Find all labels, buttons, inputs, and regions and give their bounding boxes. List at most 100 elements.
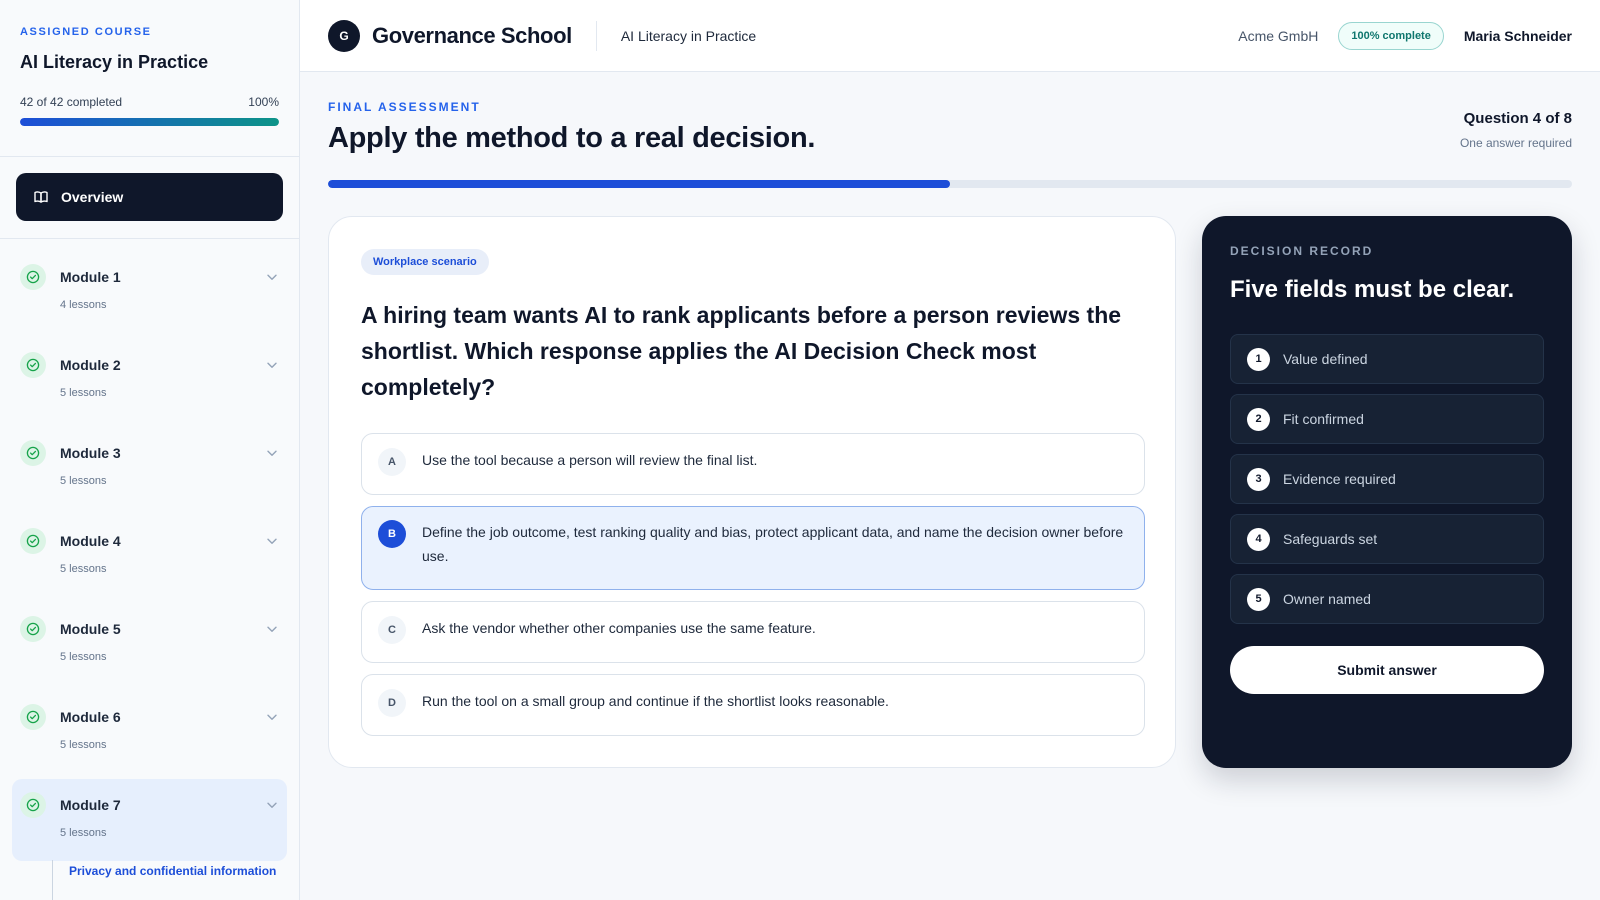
option-letter-badge: A: [378, 448, 406, 476]
option-text: Ask the vendor whether other companies u…: [422, 620, 816, 636]
answer-option-a[interactable]: A Use the tool because a person will revi…: [361, 433, 1145, 495]
final-assessment-eyebrow: FINAL ASSESSMENT: [328, 100, 481, 114]
module-title: Module 5: [60, 621, 121, 637]
answer-options: A Use the tool because a person will revi…: [361, 433, 1145, 736]
module-list: Module 14 lessons Module 25 lessons Module…: [0, 239, 299, 861]
sidebar-module-item[interactable]: Module 2 5 lessons: [12, 339, 287, 421]
option-text: Use the tool because a person will revie…: [422, 452, 758, 468]
header-course-title: AI Literacy in Practice: [620, 27, 757, 44]
answer-requirement-note: One answer required: [1459, 136, 1572, 150]
module-title: Module 3: [60, 445, 121, 461]
sidebar-module-item[interactable]: Module 3 5 lessons: [12, 427, 287, 509]
chevron-down-icon[interactable]: [265, 446, 279, 465]
field-label: Fit confirmed: [1283, 411, 1364, 427]
module-lesson-count: 4 lessons: [60, 299, 107, 311]
sidebar-module-item[interactable]: Module 1 4 lessons: [12, 251, 287, 333]
course-summary: ASSIGNED COURSE AI Literacy in Practice …: [0, 0, 299, 157]
module-title: Module 7: [60, 797, 121, 813]
decision-record-eyebrow: DECISION RECORD: [1230, 244, 1374, 258]
decision-field: 5 Owner named: [1230, 574, 1544, 624]
chevron-down-icon[interactable]: [265, 622, 279, 641]
course-progress-bar: [20, 118, 279, 126]
sidebar-module-item[interactable]: Module 7 5 lessons: [12, 779, 287, 861]
submit-answer-button[interactable]: Submit answer: [1230, 646, 1544, 694]
sidebar-module-item[interactable]: Module 5 5 lessons: [12, 603, 287, 685]
field-number-badge: 3: [1247, 467, 1270, 491]
question-text: A hiring team wants AI to rank applicant…: [361, 302, 1122, 400]
course-progress-percent: 100%: [248, 95, 279, 109]
page-title: Apply the method to a real decision.: [328, 122, 816, 154]
field-label: Owner named: [1283, 591, 1371, 607]
module-lesson-count: 5 lessons: [60, 563, 107, 575]
sidebar-course-title: AI Literacy in Practice: [20, 52, 209, 72]
check-circle-icon: [20, 616, 46, 642]
organization-name: Acme GmbH: [1238, 27, 1319, 44]
option-letter-badge: D: [378, 689, 406, 717]
chevron-down-icon[interactable]: [265, 710, 279, 729]
decision-record-panel: DECISION RECORD Five fields must be clea…: [1202, 216, 1572, 768]
chevron-down-icon[interactable]: [265, 798, 279, 817]
module-lesson-count: 5 lessons: [60, 651, 107, 663]
brand-logo[interactable]: G: [328, 19, 360, 52]
question-card: Workplace scenario A hiring team wants A…: [328, 216, 1176, 768]
question-counter: Question 4 of 8: [1463, 110, 1572, 127]
field-number-badge: 2: [1247, 407, 1270, 431]
completion-badge: 100% complete: [1338, 21, 1444, 50]
assigned-course-eyebrow: ASSIGNED COURSE: [20, 26, 152, 38]
decision-field: 2 Fit confirmed: [1230, 394, 1544, 444]
field-number-badge: 5: [1247, 587, 1270, 611]
decision-record-title: Five fields must be clear.: [1230, 276, 1515, 303]
sidebar-module-item[interactable]: Module 6 5 lessons: [12, 691, 287, 773]
module-lesson-count: 5 lessons: [60, 475, 107, 487]
header-account-area: Acme GmbH 100% complete Maria Schneider: [1238, 21, 1572, 50]
user-name[interactable]: Maria Schneider: [1464, 28, 1572, 44]
chevron-down-icon[interactable]: [265, 534, 279, 553]
check-circle-icon: [20, 704, 46, 730]
top-header: G Governance School AI Literacy in Pract…: [300, 0, 1600, 72]
check-circle-icon: [20, 352, 46, 378]
module-title: Module 2: [60, 357, 121, 373]
overview-button[interactable]: Overview: [16, 173, 283, 221]
answer-option-c[interactable]: C Ask the vendor whether other companies …: [361, 601, 1145, 663]
module-lesson-count: 5 lessons: [60, 827, 107, 839]
assessment-progress-bar: [328, 180, 1572, 188]
decision-record-fields: 1 Value defined 2 Fit confirmed 3 Evidence re…: [1230, 334, 1544, 624]
scenario-tag: Workplace scenario: [361, 249, 489, 275]
check-circle-icon: [20, 792, 46, 818]
course-sidebar: ASSIGNED COURSE AI Literacy in Practice …: [0, 0, 300, 900]
chevron-down-icon[interactable]: [265, 270, 279, 289]
chevron-down-icon[interactable]: [265, 358, 279, 377]
overview-section: Overview: [0, 157, 299, 239]
option-text: Run the tool on a small group and contin…: [422, 693, 889, 709]
course-progress-text: 42 of 42 completed: [20, 95, 123, 109]
module-title: Module 6: [60, 709, 121, 725]
module-title: Module 1: [60, 269, 121, 285]
field-number-badge: 4: [1247, 527, 1270, 551]
field-label: Value defined: [1283, 351, 1368, 367]
assessment-progress-fill: [328, 180, 950, 188]
course-progress-fill: [20, 118, 279, 126]
overview-label: Overview: [61, 189, 124, 205]
field-number-badge: 1: [1247, 347, 1270, 371]
sidebar-module-item[interactable]: Module 4 5 lessons: [12, 515, 287, 597]
decision-field: 4 Safeguards set: [1230, 514, 1544, 564]
module-lesson-count: 5 lessons: [60, 739, 107, 751]
option-text: Define the job outcome, test ranking qua…: [422, 524, 1124, 564]
book-open-icon: [34, 191, 48, 203]
assessment-main: FINAL ASSESSMENT Apply the method to a r…: [328, 72, 1572, 900]
decision-field: 1 Value defined: [1230, 334, 1544, 384]
module-title: Module 4: [60, 533, 121, 549]
field-label: Evidence required: [1283, 471, 1396, 487]
option-letter-badge: B: [378, 520, 406, 548]
answer-option-b[interactable]: B Define the job outcome, test ranking qu…: [361, 506, 1145, 590]
active-lesson-link[interactable]: Privacy and confidential information: [52, 860, 299, 900]
option-letter-badge: C: [378, 616, 406, 644]
header-divider: [595, 20, 597, 51]
brand-name[interactable]: Governance School: [372, 23, 572, 49]
answer-option-d[interactable]: D Run the tool on a small group and conti…: [361, 674, 1145, 736]
module-lesson-count: 5 lessons: [60, 387, 107, 399]
check-circle-icon: [20, 264, 46, 290]
check-circle-icon: [20, 440, 46, 466]
decision-field: 3 Evidence required: [1230, 454, 1544, 504]
course-progress-row: 42 of 42 completed 100%: [20, 95, 279, 109]
